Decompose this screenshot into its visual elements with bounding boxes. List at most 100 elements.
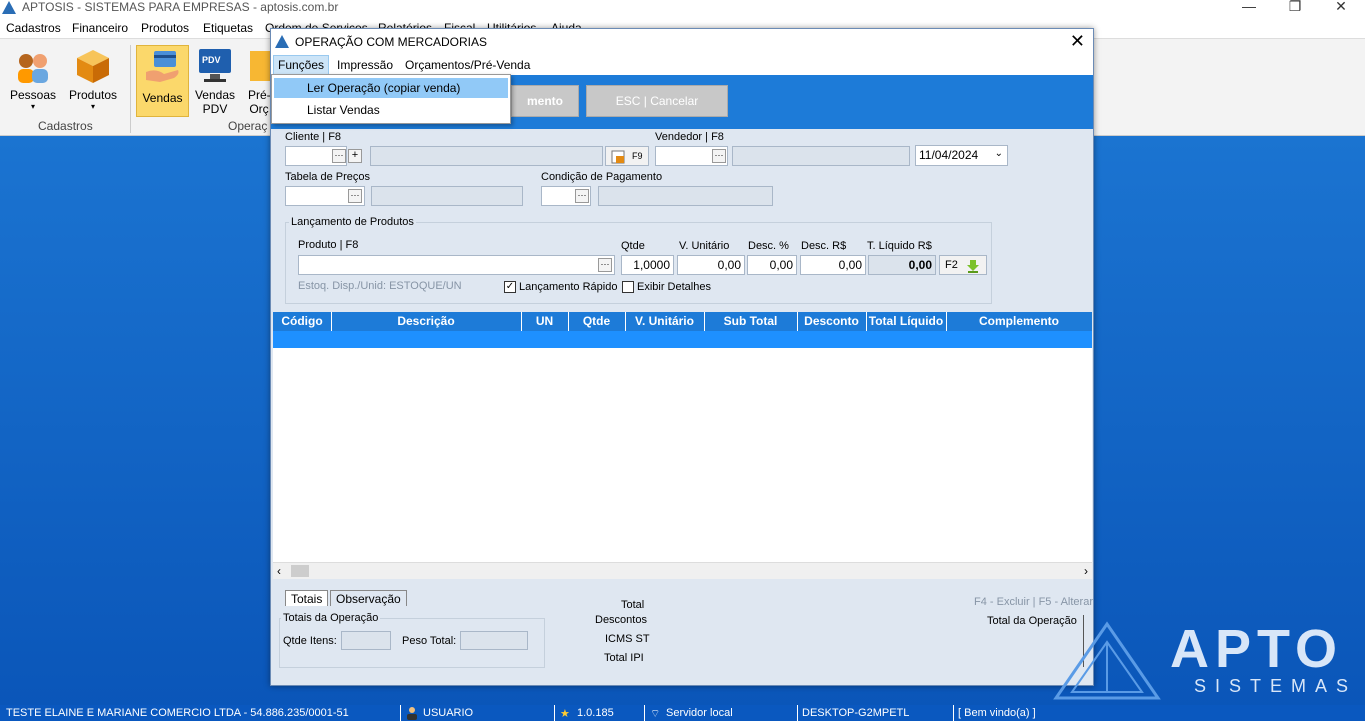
date-value: 11/04/2024 xyxy=(919,148,979,162)
horizontal-scrollbar[interactable]: ‹ › xyxy=(273,562,1092,579)
status-version: 1.0.185 xyxy=(577,707,614,719)
brand-sub: SISTEMAS xyxy=(1194,676,1358,696)
table-row[interactable] xyxy=(273,331,1092,348)
date-picker[interactable]: 11/04/2024 ⌄ xyxy=(915,145,1008,166)
window-title: APTOSIS - SISTEMAS PARA EMPRESAS - aptos… xyxy=(22,0,339,14)
dialog-menu-funcoes[interactable]: Funções xyxy=(273,55,330,75)
estoque-info: Estoq. Disp./Unid: ESTOQUE/UN xyxy=(298,280,462,292)
lancamento-label: Lançamento de Produtos xyxy=(289,216,416,228)
dialog-title: OPERAÇÃO COM MERCADORIAS xyxy=(295,35,488,49)
scroll-right-icon[interactable]: › xyxy=(1084,564,1088,578)
peso-total-label: Peso Total: xyxy=(402,635,457,647)
dialog-menu-impressao[interactable]: Impressão xyxy=(337,58,393,72)
exibir-detalhes-checkbox[interactable] xyxy=(622,281,634,293)
produto-label: Produto | F8 xyxy=(298,239,359,251)
exibir-detalhes-label: Exibir Detalhes xyxy=(637,281,711,293)
chevron-down-icon: ▾ xyxy=(30,102,35,111)
operacao-dialog: OPERAÇÃO COM MERCADORIAS ✕ Funções Impre… xyxy=(270,28,1094,686)
user-icon xyxy=(407,707,417,720)
menu-financeiro[interactable]: Financeiro xyxy=(72,21,128,35)
app-logo-icon xyxy=(275,35,289,48)
minimize-button[interactable]: — xyxy=(1226,0,1272,14)
col-total-liquido[interactable]: Total Líquido xyxy=(866,314,946,328)
menu-cadastros[interactable]: Cadastros xyxy=(6,21,61,35)
apto-brand-logo: APTO SISTEMAS xyxy=(1052,620,1365,700)
f2-add-button[interactable]: F2 xyxy=(939,255,987,275)
ribbon-pessoas-label: Pessoas xyxy=(9,88,57,102)
col-sub-total[interactable]: Sub Total xyxy=(704,314,797,328)
cancel-button[interactable]: ESC | Cancelar xyxy=(586,85,728,117)
people-icon xyxy=(18,54,48,83)
shortcuts-hint: F4 - Excluir | F5 - Alterar xyxy=(974,596,1093,608)
lancamento-rapido-checkbox[interactable]: ✓ xyxy=(504,281,516,293)
col-descricao[interactable]: Descrição xyxy=(331,314,521,328)
col-codigo[interactable]: Código xyxy=(273,314,331,328)
desc-pct-input[interactable]: 0,00 xyxy=(747,255,797,275)
table-icon xyxy=(611,150,625,164)
qtde-input[interactable]: 1,0000 xyxy=(621,255,674,275)
pagamento-button[interactable]: mento xyxy=(511,85,579,117)
ribbon-separator xyxy=(130,45,131,133)
restore-button[interactable]: ❐ xyxy=(1272,0,1318,15)
pre-venda-icon xyxy=(250,51,270,81)
ribbon-vendas-label: Vendas xyxy=(142,91,183,105)
icms-st-label: ICMS ST xyxy=(605,633,650,645)
window-titlebar: APTOSIS - SISTEMAS PARA EMPRESAS - aptos… xyxy=(0,0,1365,16)
col-complemento[interactable]: Complemento xyxy=(946,314,1092,328)
ribbon-orc-label: Orç xyxy=(249,102,269,116)
dialog-menu-orcamentos[interactable]: Orçamentos/Pré-Venda xyxy=(405,58,530,72)
qtde-label: Qtde xyxy=(621,240,645,252)
tabela-precos-label: Tabela de Preços xyxy=(285,171,370,183)
dialog-close-button[interactable]: ✕ xyxy=(1070,31,1085,52)
cliente-f9-button[interactable]: F9 xyxy=(605,146,649,166)
brand-name: APTO xyxy=(1170,619,1344,679)
status-divider xyxy=(797,705,798,721)
close-button[interactable]: ✕ xyxy=(1318,0,1364,15)
ribbon-vendas-button[interactable]: Vendas xyxy=(136,45,189,117)
download-arrow-icon xyxy=(967,260,979,273)
totais-operacao-label: Totais da Operação xyxy=(281,612,381,624)
total-label: Total xyxy=(621,599,645,611)
status-welcome: [ Bem vindo(a) ] xyxy=(958,707,1036,719)
cliente-add-button[interactable]: + xyxy=(348,149,362,163)
col-desconto[interactable]: Desconto xyxy=(797,314,866,328)
col-v-unitario[interactable]: V. Unitário xyxy=(625,314,704,328)
scroll-left-icon[interactable]: ‹ xyxy=(277,564,281,578)
ribbon-vendas-pdv-label-2: PDV xyxy=(202,102,228,116)
chevron-down-icon[interactable]: ⌄ xyxy=(995,148,1003,159)
v-unitario-input[interactable]: 0,00 xyxy=(677,255,745,275)
produto-input[interactable] xyxy=(298,255,615,275)
apto-triangle-logo-icon xyxy=(1053,621,1161,700)
ribbon-pre-venda-button[interactable]: Pré- Orç xyxy=(248,47,270,116)
vendedor-search-button[interactable]: ··· xyxy=(712,149,726,163)
ribbon-pessoas-button[interactable]: Pessoas ▾ xyxy=(8,47,58,111)
pdv-icon-text: PDV xyxy=(202,55,221,65)
ribbon-group-cadastros: Cadastros xyxy=(38,119,93,133)
status-host: DESKTOP-G2MPETL xyxy=(802,707,910,719)
tabela-precos-search-button[interactable]: ··· xyxy=(348,189,362,203)
col-un[interactable]: UN xyxy=(521,314,568,328)
box-icon xyxy=(77,50,109,83)
condicao-name-field xyxy=(598,186,773,206)
f2-label: F2 xyxy=(945,259,958,271)
status-divider xyxy=(400,705,401,721)
menu-item-listar-vendas[interactable]: Listar Vendas xyxy=(274,100,508,120)
funcoes-dropdown-menu: Ler Operação (copiar venda) Listar Venda… xyxy=(271,74,511,124)
ribbon-produtos-button[interactable]: Produtos ▾ xyxy=(66,47,120,111)
col-qtde[interactable]: Qtde xyxy=(568,314,625,328)
condicao-search-button[interactable]: ··· xyxy=(575,189,589,203)
items-grid-body[interactable] xyxy=(273,348,1092,565)
scroll-thumb[interactable] xyxy=(291,565,309,577)
status-user: USUARIO xyxy=(423,707,474,719)
desc-rs-input[interactable]: 0,00 xyxy=(800,255,866,275)
vendedor-label: Vendedor | F8 xyxy=(655,131,724,143)
menu-etiquetas[interactable]: Etiquetas xyxy=(203,21,253,35)
cliente-name-field xyxy=(370,146,603,166)
menu-item-ler-operacao[interactable]: Ler Operação (copiar venda) xyxy=(274,78,508,98)
tab-totais[interactable]: Totais xyxy=(285,590,329,607)
menu-produtos[interactable]: Produtos xyxy=(141,21,189,35)
lancamento-rapido-label: Lançamento Rápido xyxy=(519,281,618,293)
produto-search-button[interactable]: ··· xyxy=(598,258,612,272)
cliente-search-button[interactable]: ··· xyxy=(332,149,346,163)
f9-label: F9 xyxy=(632,151,643,161)
